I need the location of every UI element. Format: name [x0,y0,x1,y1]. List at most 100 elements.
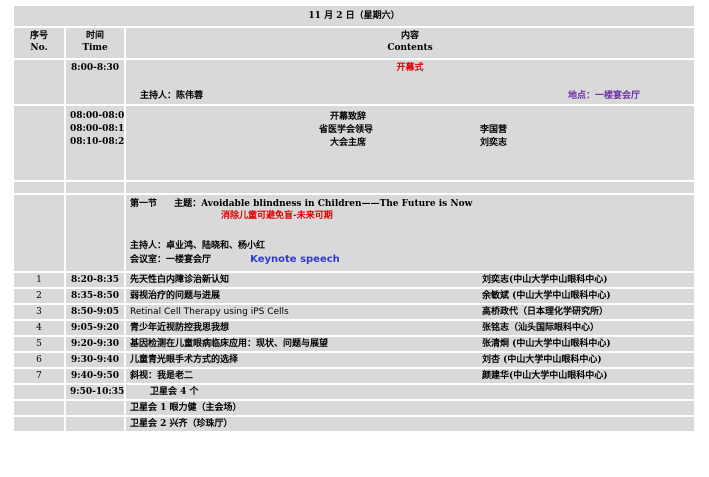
talk-time: 9:40-9:50 [66,369,124,383]
header-content: 内容 Contents [126,28,694,58]
opening-items-row: 08:00-08:06 08:00-08:10 08:10-08:20 开幕致辞… [14,106,694,180]
talk-no: 3 [14,305,64,319]
talk-row: 7 9:40-9:50 斜视：我是老二 颜建华(中山大学中山眼科中心) [14,369,694,383]
talk-time: 8:50-9:05 [66,305,124,319]
section1-theme-line: 第一节 主题：Avoidable blindness in Children——… [130,198,690,210]
talk-speaker: 张铭志（汕头国际眼科中心） [482,323,600,333]
talk-title: 基因检测在儿童眼病临床应用：现状、问题与展望 [130,339,329,349]
opening-content: 开幕式 主持人：陈伟蓉 地点：一楼宴会厅 [126,60,694,104]
schedule-sheet: 11 月 2 日（星期六） 序号 No. 时间 Time 内容 Contents… [12,4,696,433]
talk-no: 4 [14,321,64,335]
talk-speaker: 高桥政代（日本理化学研究所） [482,307,609,317]
satellite-item-row: 卫星会 1 眼力健（主会场） [14,401,694,415]
talk-time: 9:30-9:40 [66,353,124,367]
keynote-label: Keynote speech [250,254,340,265]
opening-item: 开幕致辞 [130,110,690,123]
talk-speaker: 刘杏 (中山大学中山眼科中心) [482,355,602,365]
satellite-item-time-cell [66,401,124,415]
header-time-en: Time [82,43,108,53]
talk-row: 6 9:30-9:40 儿童青光眼手术方式的选择 刘杏 (中山大学中山眼科中心) [14,353,694,367]
opening-no-cell [14,60,64,104]
section1-row: 第一节 主题：Avoidable blindness in Children——… [14,195,694,271]
talk-speaker: 刘奕志(中山大学中山眼科中心) [482,275,608,285]
talk-time: 8:35-8:50 [66,289,124,303]
date-row: 11 月 2 日（星期六） [14,6,694,26]
header-time-cn: 时间 [85,31,104,41]
talk-no: 2 [14,289,64,303]
opening-item-time: 08:00-08:10 [70,124,124,134]
talk-content: Retinal Cell Therapy using iPS Cells 高桥政… [126,305,694,319]
talk-no: 6 [14,353,64,367]
talk-time: 8:20-8:35 [66,273,124,287]
spacer-cell [126,182,694,193]
talk-no: 1 [14,273,64,287]
date-header: 11 月 2 日（星期六） [14,6,694,26]
opening-items-times: 08:00-08:06 08:00-08:10 08:10-08:20 [66,106,124,180]
section1-hosts: 主持人：卓业鸿、陆晓和、杨小红 [130,241,266,251]
section1-no-cell [14,195,64,271]
header-no-cn: 序号 [29,31,48,41]
header-time: 时间 Time [66,28,124,58]
satellite-no-cell [14,385,64,399]
talk-content: 青少年近视防控我思我想 张铭志（汕头国际眼科中心） [126,321,694,335]
opening-venue: 地点：一楼宴会厅 [567,91,640,101]
header-no-en: No. [30,43,48,53]
talk-content: 基因检测在儿童眼病临床应用：现状、问题与展望 张清炯 (中山大学中山眼科中心) [126,337,694,351]
talk-row: 2 8:35-8:50 弱视治疗的问题与进展 余敏斌 (中山大学中山眼科中心) [14,289,694,303]
talk-speaker: 颜建华(中山大学中山眼科中心) [482,371,608,381]
talk-speaker: 余敏斌 (中山大学中山眼科中心) [482,291,611,301]
section1-content: 第一节 主题：Avoidable blindness in Children——… [126,195,694,271]
talk-content: 斜视：我是老二 颜建华(中山大学中山眼科中心) [126,369,694,383]
satellite-time: 9:50-10:35 [66,385,124,399]
satellite-row: 9:50-10:35 卫星会 4 个 [14,385,694,399]
talk-title: 青少年近视防控我思我想 [130,323,230,333]
section1-theme: 主题：Avoidable blindness in Children——The … [174,199,473,209]
opening-title: 开幕式 [396,63,424,73]
opening-item-label: 开幕致辞 [330,111,367,122]
opening-item: 大会主席 刘奕志 [130,136,690,149]
talk-row: 5 9:20-9:30 基因检测在儿童眼病临床应用：现状、问题与展望 张清炯 (… [14,337,694,351]
satellite-item-no-cell [14,417,64,431]
talk-content: 儿童青光眼手术方式的选择 刘杏 (中山大学中山眼科中心) [126,353,694,367]
opening-item-time: 08:10-08:20 [70,137,124,147]
talk-title: 弱视治疗的问题与进展 [130,291,221,301]
talk-row: 1 8:20-8:35 先天性白内障诊治新认知 刘奕志(中山大学中山眼科中心) [14,273,694,287]
satellite-item: 卫星会 2 兴齐（珍珠厅） [126,417,694,431]
header-no: 序号 No. [14,28,64,58]
schedule-table: 11 月 2 日（星期六） 序号 No. 时间 Time 内容 Contents… [12,4,696,433]
opening-item: 省医学会领导 李国营 [130,123,690,136]
talk-no: 5 [14,337,64,351]
opening-item-person: 刘奕志 [480,137,508,148]
opening-host-row: 主持人：陈伟蓉 地点：一楼宴会厅 [130,90,690,102]
section1-room: 会议室：一楼宴会厅 [130,255,212,265]
opening-host: 主持人：陈伟蓉 [140,91,204,101]
talk-title: Retinal Cell Therapy using iPS Cells [130,307,289,317]
section1-label: 第一节 [130,199,158,209]
column-header-row: 序号 No. 时间 Time 内容 Contents [14,28,694,58]
satellite-item-time-cell [66,417,124,431]
satellite-item-no-cell [14,401,64,415]
opening-item-time: 08:00-08:06 [70,111,124,121]
opening-items-content: 开幕致辞 省医学会领导 李国营 大会主席 刘奕志 [126,106,694,180]
satellite-title: 卫星会 4 个 [126,385,694,399]
opening-item-person: 李国营 [480,124,508,135]
talk-content: 弱视治疗的问题与进展 余敏斌 (中山大学中山眼科中心) [126,289,694,303]
talk-row: 3 8:50-9:05 Retinal Cell Therapy using i… [14,305,694,319]
header-content-cn: 内容 [400,31,419,41]
opening-item-label: 大会主席 [330,137,367,148]
section1-room-line: 会议室：一楼宴会厅 Keynote speech [130,254,690,266]
section1-theme-cn: 消除儿童可避免盲-未来可期 [221,211,333,221]
talk-content: 先天性白内障诊治新认知 刘奕志(中山大学中山眼科中心) [126,273,694,287]
talk-speaker: 张清炯 (中山大学中山眼科中心) [482,339,611,349]
talk-title: 先天性白内障诊治新认知 [130,275,230,285]
opening-items-no-cell [14,106,64,180]
opening-item-label: 省医学会领导 [319,124,374,135]
opening-time: 8:00-8:30 [66,60,124,104]
talk-no: 7 [14,369,64,383]
header-content-en: Contents [387,43,433,53]
spacer-cell [66,182,124,193]
talk-row: 4 9:05-9:20 青少年近视防控我思我想 张铭志（汕头国际眼科中心） [14,321,694,335]
talk-title: 斜视：我是老二 [130,371,194,381]
satellite-item: 卫星会 1 眼力健（主会场） [126,401,694,415]
talk-time: 9:20-9:30 [66,337,124,351]
